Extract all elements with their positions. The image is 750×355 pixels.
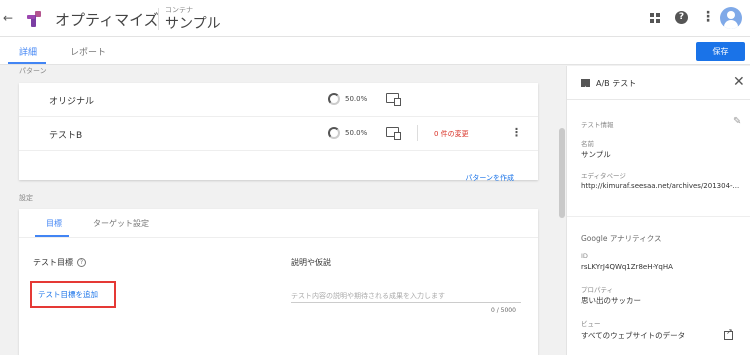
tab-details[interactable]: 詳細 (19, 45, 37, 58)
name-value: サンプル (581, 150, 611, 159)
close-icon[interactable]: ✕ (733, 74, 745, 90)
help-icon[interactable]: ? (675, 11, 688, 24)
more-vert-icon[interactable]: ⋮ (701, 9, 715, 25)
top-app-bar: ← オプティマイズ コンテナ サンプル ? ⋮ (0, 0, 750, 37)
apps-grid-icon[interactable] (650, 13, 660, 23)
patterns-section-label: パターン (19, 67, 47, 75)
variant-name: オリジナル (49, 97, 95, 107)
side-panel: A/B テスト ✕ テスト情報 ✎ 名前 サンプル エディタページ http:/… (566, 66, 750, 355)
id-value: rsLKYrJ4QWq1Zr8eH-YqHA (581, 263, 673, 271)
progress-ring-icon (328, 93, 340, 105)
active-tab-indicator (8, 62, 46, 64)
back-icon[interactable]: ← (3, 11, 13, 25)
char-counter: 0 / 5000 (491, 307, 516, 314)
variant-row[interactable]: オリジナル 50.0% (19, 83, 538, 117)
variant-name: テストB (49, 131, 83, 141)
tabs-bar: 詳細 レポート 保存 (0, 37, 750, 65)
open-external-icon[interactable] (724, 327, 733, 340)
editor-label: エディタページ (581, 172, 626, 180)
avatar-icon[interactable] (720, 7, 742, 29)
view-label: ビュー (581, 320, 601, 328)
tab-report[interactable]: レポート (70, 45, 106, 58)
id-label: ID (581, 252, 588, 260)
side-panel-header: A/B テスト ✕ (567, 66, 750, 100)
kebab-icon[interactable]: ⋮ (511, 126, 522, 139)
description-input[interactable]: テスト内容の説明や期待される成果を入力します (291, 291, 521, 303)
goal-heading: テスト目標? (33, 257, 86, 268)
property-value: 思い出のサッカー (581, 296, 641, 305)
add-goal-highlight: テスト目標を追加 (30, 281, 116, 308)
scrollbar-thumb[interactable] (559, 128, 565, 218)
goal-heading-text: テスト目標 (33, 258, 73, 267)
description-heading: 説明や仮説 (291, 258, 331, 267)
save-button[interactable]: 保存 (696, 42, 745, 61)
view-value: すべてのウェブサイトのデータ (581, 331, 686, 340)
create-pattern-link[interactable]: パターンを作成 (465, 173, 514, 183)
settings-card: 目標 ターゲット設定 テスト目標? テスト目標を追加 説明や仮説 テスト内容の説… (19, 209, 538, 355)
editor-url[interactable]: http://kimuraf.seesaa.net/archives/20130… (581, 182, 741, 190)
side-divider (567, 216, 750, 217)
edit-pencil-icon[interactable]: ✎ (733, 116, 741, 127)
ab-test-icon (581, 79, 590, 87)
optimize-logo-icon (27, 11, 41, 27)
name-label: 名前 (581, 140, 594, 148)
question-icon[interactable]: ? (77, 258, 86, 267)
device-icon[interactable] (386, 127, 401, 140)
variant-weight: 50.0% (345, 95, 368, 103)
container-name[interactable]: サンプル (165, 13, 221, 33)
settings-section-label: 設定 (19, 194, 33, 202)
header-divider (158, 8, 159, 30)
side-panel-title: A/B テスト (596, 79, 637, 88)
patterns-card: オリジナル 50.0% テストB 50.0% 0 件の変更 ⋮ パターンを作成 (19, 83, 538, 183)
add-goal-link[interactable]: テスト目標を追加 (38, 289, 98, 300)
changes-count[interactable]: 0 件の変更 (434, 129, 469, 139)
progress-ring-icon (328, 127, 340, 139)
property-label: プロパティ (581, 286, 614, 294)
device-icon[interactable] (386, 93, 401, 106)
variant-weight: 50.0% (345, 129, 368, 137)
ga-label: Google アナリティクス (581, 234, 662, 243)
row-divider (417, 125, 418, 141)
main-panel: パターン オリジナル 50.0% テストB 50.0% 0 件の変更 ⋮ パター… (0, 66, 565, 355)
tab-targeting[interactable]: ターゲット設定 (93, 218, 149, 229)
variant-row[interactable]: テストB 50.0% 0 件の変更 ⋮ (19, 117, 538, 151)
tabs-divider (19, 237, 538, 238)
test-info-label: テスト情報 (581, 121, 614, 129)
app-title: オプティマイズ (55, 11, 159, 29)
tab-goals[interactable]: 目標 (46, 218, 62, 229)
